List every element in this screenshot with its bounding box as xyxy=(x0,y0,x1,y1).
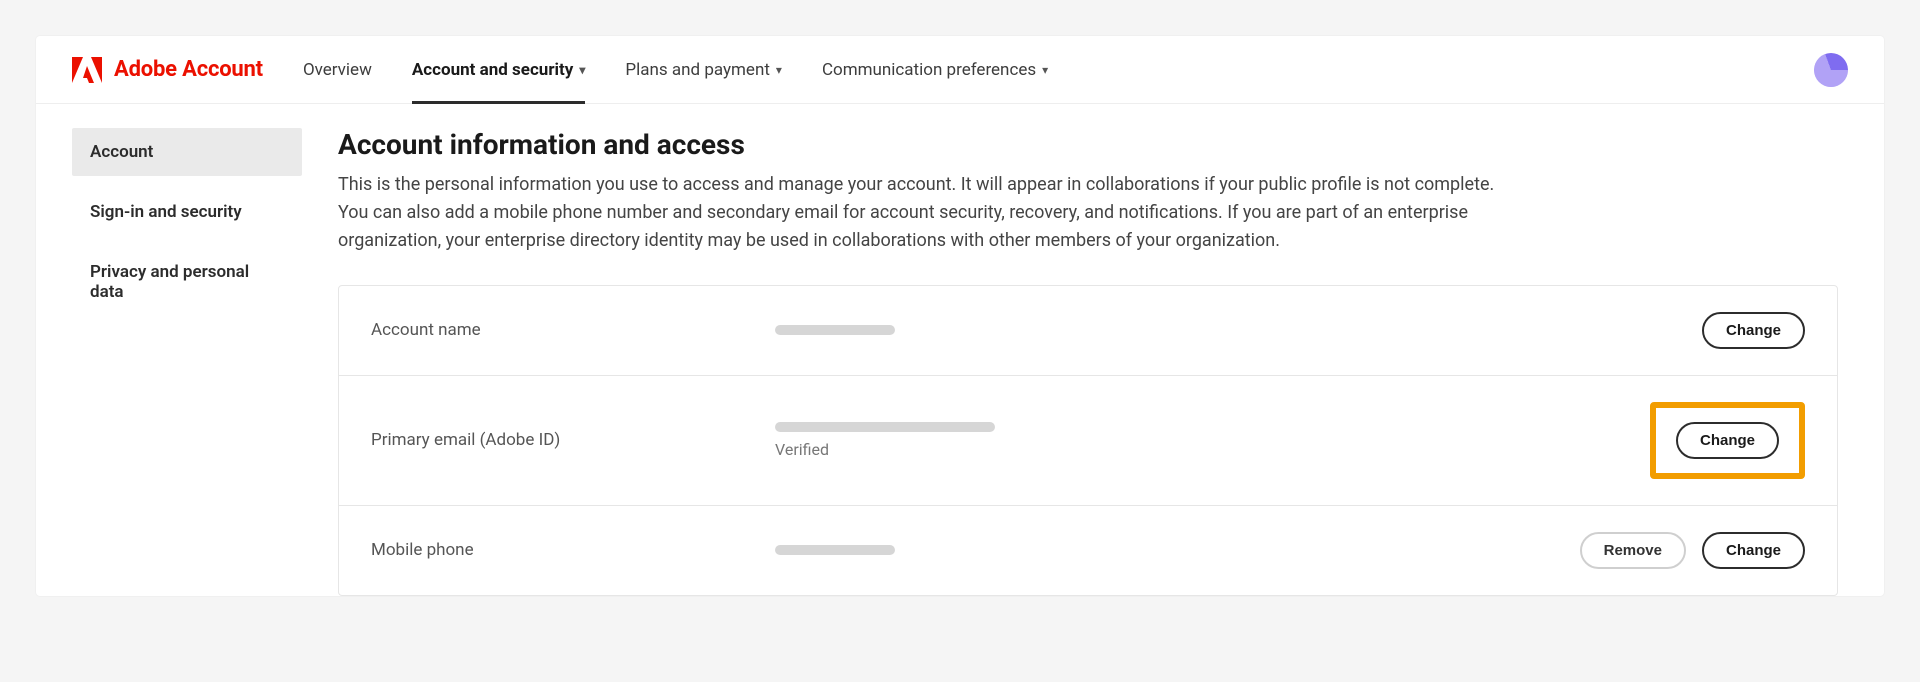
redacted-value xyxy=(775,325,895,335)
sidebar-item-label: Privacy and personal data xyxy=(90,262,249,302)
chevron-down-icon: ▾ xyxy=(1042,63,1048,77)
adobe-logo-icon xyxy=(72,57,102,83)
nav-overview[interactable]: Overview xyxy=(303,36,372,103)
change-primary-email-button[interactable]: Change xyxy=(1676,422,1779,459)
main-content: Account information and access This is t… xyxy=(338,128,1848,596)
row-value xyxy=(775,325,1678,335)
sidebar-item-label: Account xyxy=(90,142,153,162)
nav-plans-payment[interactable]: Plans and payment ▾ xyxy=(625,36,782,103)
sidebar-item-signin-security[interactable]: Sign-in and security xyxy=(72,188,302,236)
nav-label: Account and security xyxy=(412,60,574,80)
brand[interactable]: Adobe Account xyxy=(72,57,263,83)
nav-items: Overview Account and security ▾ Plans an… xyxy=(303,36,1048,103)
row-primary-email: Primary email (Adobe ID) Verified Change xyxy=(339,375,1837,505)
redacted-value xyxy=(775,422,995,432)
nav-label: Plans and payment xyxy=(625,60,770,80)
row-label: Mobile phone xyxy=(371,540,751,560)
remove-mobile-phone-button[interactable]: Remove xyxy=(1580,532,1686,569)
row-actions: Remove Change xyxy=(1580,532,1805,569)
nav-communication-prefs[interactable]: Communication preferences ▾ xyxy=(822,36,1048,103)
sidebar-item-privacy-data[interactable]: Privacy and personal data xyxy=(72,248,302,316)
row-label: Account name xyxy=(371,320,751,340)
nav-label: Communication preferences xyxy=(822,60,1036,80)
highlight-change-email: Change xyxy=(1650,402,1805,479)
email-status: Verified xyxy=(775,440,1626,459)
row-actions: Change xyxy=(1650,402,1805,479)
page-title: Account information and access xyxy=(338,128,1838,161)
sidebar: Account Sign-in and security Privacy and… xyxy=(72,128,302,596)
page-description: This is the personal information you use… xyxy=(338,171,1518,255)
nav-account-security[interactable]: Account and security ▾ xyxy=(412,36,586,103)
row-actions: Change xyxy=(1702,312,1805,349)
chevron-down-icon: ▾ xyxy=(776,63,782,77)
sidebar-item-account[interactable]: Account xyxy=(72,128,302,176)
nav-label: Overview xyxy=(303,60,372,80)
chevron-down-icon: ▾ xyxy=(579,63,585,77)
row-account-name: Account name Change xyxy=(339,286,1837,375)
row-label: Primary email (Adobe ID) xyxy=(371,430,751,450)
row-value xyxy=(775,545,1556,555)
top-nav: Adobe Account Overview Account and secur… xyxy=(36,36,1884,104)
row-value: Verified xyxy=(775,422,1626,459)
change-account-name-button[interactable]: Change xyxy=(1702,312,1805,349)
brand-text: Adobe Account xyxy=(114,57,263,82)
account-info-panel: Account name Change Primary email (Adobe… xyxy=(338,285,1838,596)
avatar[interactable] xyxy=(1814,53,1848,87)
change-mobile-phone-button[interactable]: Change xyxy=(1702,532,1805,569)
redacted-value xyxy=(775,545,895,555)
sidebar-item-label: Sign-in and security xyxy=(90,202,242,222)
row-mobile-phone: Mobile phone Remove Change xyxy=(339,505,1837,595)
